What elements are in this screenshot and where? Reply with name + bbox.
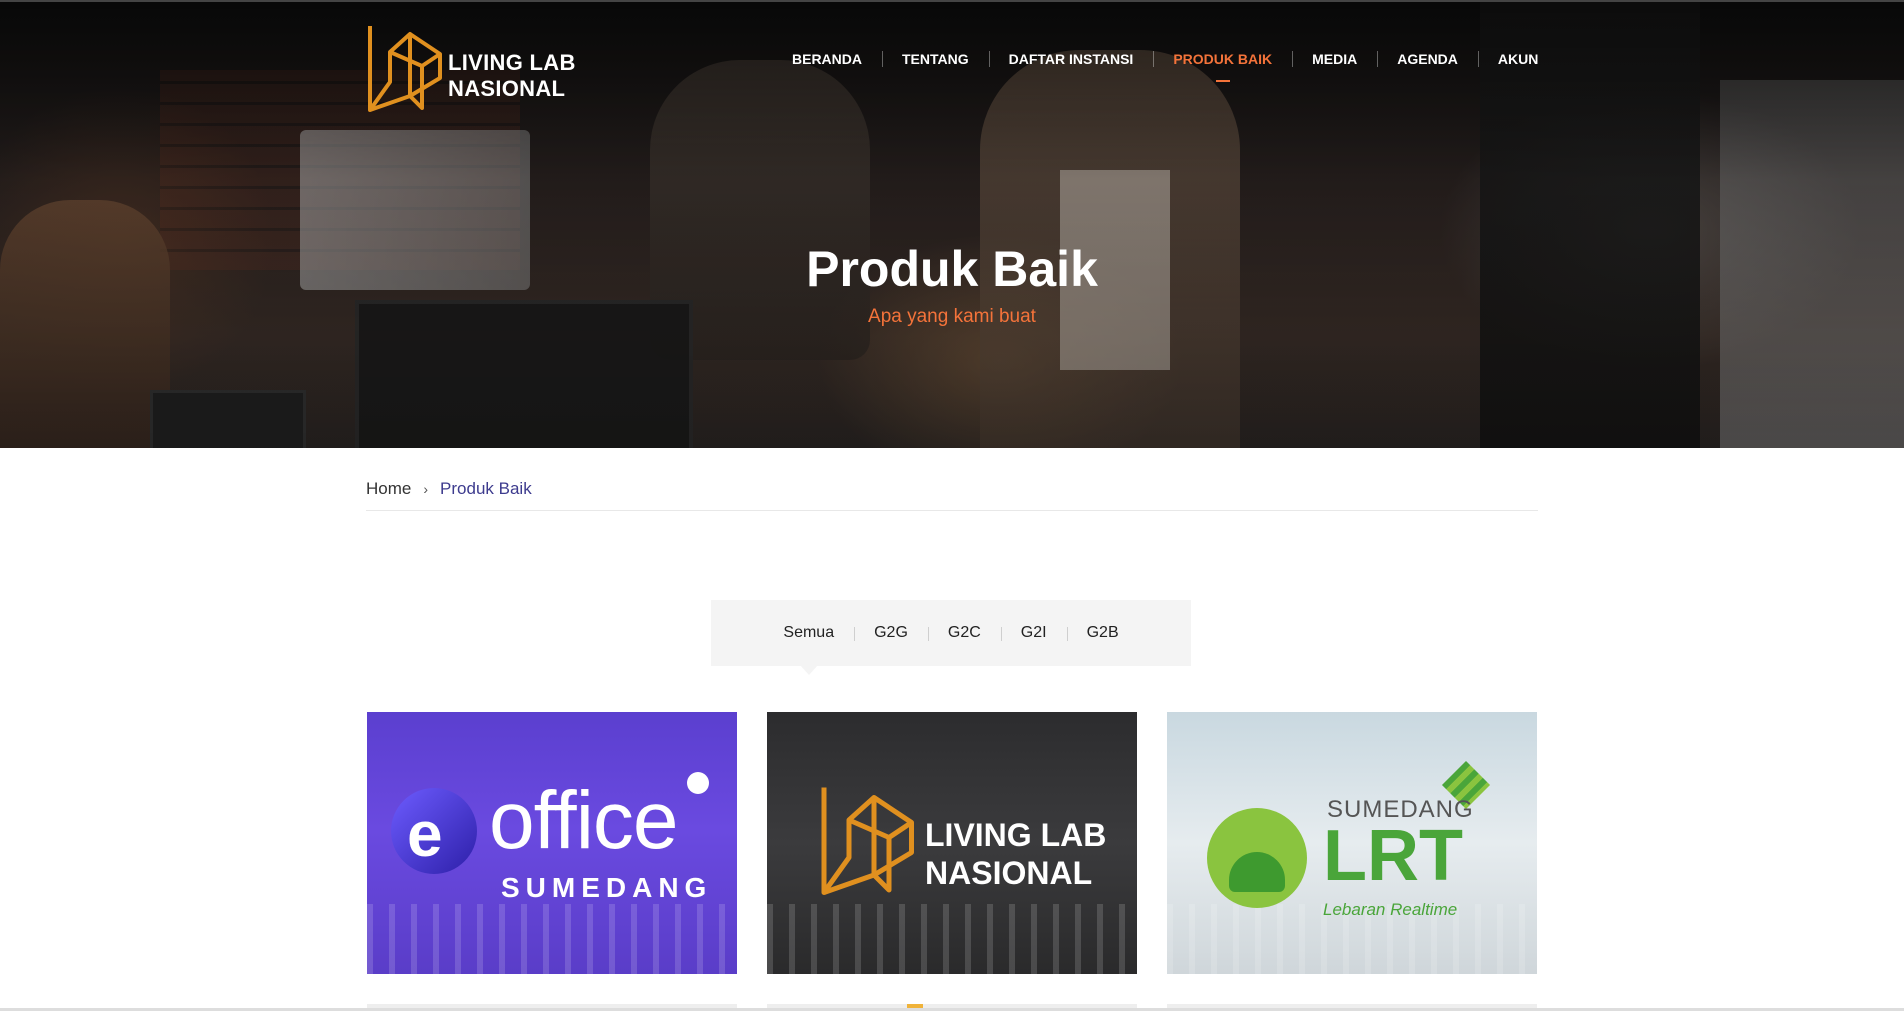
nav-item-beranda[interactable]: BERANDA — [772, 44, 882, 74]
logo-wordmark: LIVING LAB NASIONAL — [448, 50, 576, 102]
main-nav: BERANDA TENTANG DAFTAR INSTANSI PRODUK B… — [772, 44, 1558, 82]
logo-line2: NASIONAL — [448, 76, 566, 101]
breadcrumb-home-link[interactable]: Home — [366, 479, 411, 499]
nav-item-agenda[interactable]: AGENDA — [1377, 44, 1478, 74]
eoffice-wordmark: office — [489, 775, 679, 866]
eoffice-logo: e office SUMEDANG — [391, 772, 721, 912]
product-card-eoffice[interactable]: e office SUMEDANG — [367, 712, 737, 974]
hero-bg-laptop — [150, 390, 306, 448]
top-border — [0, 0, 1904, 2]
eoffice-e-icon: e — [391, 788, 477, 874]
lrt-subtitle: Lebaran Realtime — [1323, 900, 1458, 919]
nav-item-media[interactable]: MEDIA — [1292, 44, 1377, 74]
nav-item-tentang[interactable]: TENTANG — [882, 44, 989, 74]
filter-tab-g2g[interactable]: G2G — [854, 624, 928, 642]
product-card-living-lab[interactable]: LIVING LAB NASIONAL — [767, 712, 1137, 974]
eoffice-letter: e — [407, 798, 443, 870]
living-lab-logo-icon — [368, 26, 442, 112]
living-lab-logo-icon — [821, 787, 914, 895]
filter-tab-g2c[interactable]: G2C — [927, 624, 1001, 642]
nav-item-akun[interactable]: AKUN — [1477, 44, 1558, 74]
product-filter: Semua G2G G2C G2I G2B — [711, 600, 1191, 675]
card-bg-scene — [367, 904, 737, 974]
page-title: Produk Baik — [806, 241, 1098, 297]
eoffice-subtitle: SUMEDANG — [501, 872, 713, 903]
product-card-lrt[interactable]: SUMEDANG LRT Lebaran Realtime — [1167, 712, 1537, 974]
filter-tab-g2b[interactable]: G2B — [1066, 624, 1139, 642]
breadcrumb-current: Produk Baik — [440, 479, 532, 498]
living-lab-line1: LIVING LAB — [925, 817, 1107, 853]
filter-tab-g2i[interactable]: G2I — [1000, 624, 1067, 642]
nav-item-produk-baik[interactable]: PRODUK BAIK — [1153, 44, 1292, 82]
living-lab-wordmark: LIVING LAB NASIONAL — [925, 816, 1106, 892]
chevron-right-icon: › — [423, 481, 429, 497]
breadcrumb: Home › Produk Baik — [366, 468, 1538, 511]
eoffice-dot-icon — [687, 772, 709, 794]
page-subtitle: Apa yang kami buat — [868, 306, 1036, 327]
nav-item-daftar-instansi[interactable]: DAFTAR INSTANSI — [988, 44, 1154, 74]
lrt-wordmark: LRT — [1323, 816, 1463, 896]
site-logo[interactable]: LIVING LAB NASIONAL — [366, 22, 576, 114]
living-lab-line2: NASIONAL — [925, 855, 1093, 891]
logo-line1: LIVING LAB — [448, 50, 576, 75]
card-bg-scene — [767, 904, 1137, 974]
filter-tab-semua[interactable]: Semua — [763, 624, 854, 675]
